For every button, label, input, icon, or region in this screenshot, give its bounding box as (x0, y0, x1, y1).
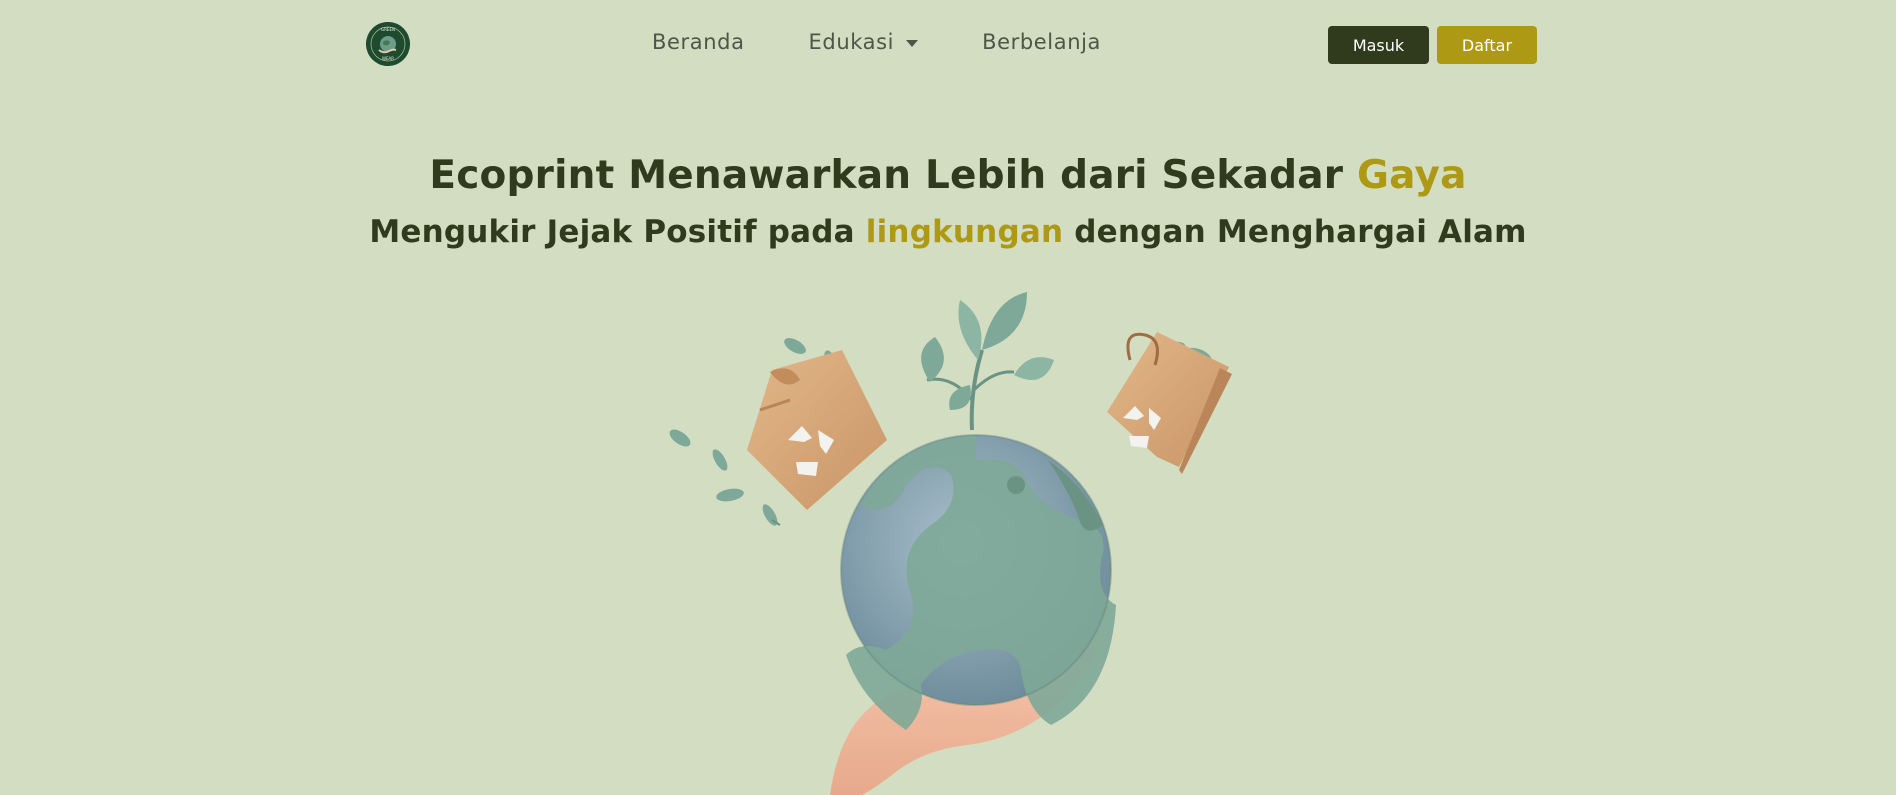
navbar: GREEN WEAR Beranda Edukasi Berbelanja Ma… (0, 0, 1896, 88)
nav-dropdown-edukasi[interactable]: Edukasi (809, 30, 919, 54)
nav-links: Beranda Edukasi Berbelanja (652, 30, 1101, 54)
hero-subtitle-before: Mengukir Jejak Positif pada (369, 214, 866, 250)
hero-title-accent: Gaya (1356, 153, 1467, 198)
hero-subtitle-accent: lingkungan (865, 214, 1064, 250)
brand-logo[interactable]: GREEN WEAR (366, 22, 410, 66)
sprout-icon (921, 292, 1054, 431)
globe-logo-icon: GREEN WEAR (366, 22, 410, 66)
hero-subtitle: Mengukir Jejak Positif pada lingkungan d… (0, 214, 1896, 250)
login-button[interactable]: Masuk (1328, 26, 1429, 64)
earth-in-hand-illustration (669, 292, 1232, 795)
nav-link-berbelanja[interactable]: Berbelanja (982, 30, 1101, 54)
logo-text-top: GREEN (381, 27, 395, 32)
nav-link-beranda[interactable]: Beranda (652, 30, 745, 54)
globe-icon (840, 434, 1116, 730)
shopping-bag-icon (1107, 332, 1232, 474)
nav-link-edukasi-label: Edukasi (808, 30, 895, 54)
logo-text-bottom: WEAR (382, 56, 394, 61)
caret-down-icon (906, 39, 919, 47)
folded-shirt-icon (669, 338, 887, 526)
hero-title: Ecoprint Menawarkan Lebih dari Sekadar G… (0, 153, 1896, 198)
hero-subtitle-after: dengan Menghargai Alam (1063, 214, 1527, 250)
register-button[interactable]: Daftar (1437, 26, 1537, 64)
hero-title-main: Ecoprint Menawarkan Lebih dari Sekadar (429, 153, 1357, 198)
landing-page: GREEN WEAR Beranda Edukasi Berbelanja Ma… (0, 0, 1896, 795)
